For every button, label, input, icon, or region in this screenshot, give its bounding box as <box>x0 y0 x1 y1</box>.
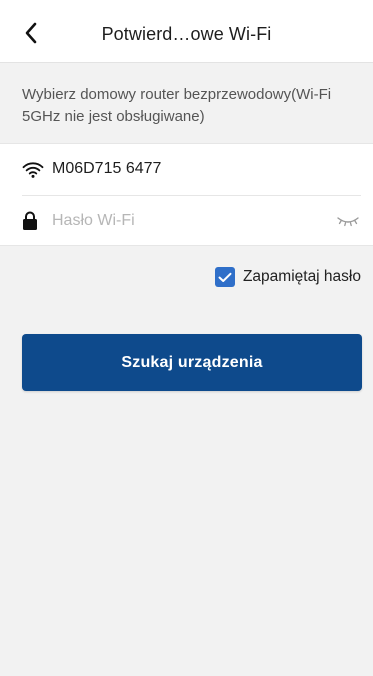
remember-password-label: Zapamiętaj hasło <box>242 268 361 285</box>
remember-checkbox[interactable] <box>214 267 235 287</box>
ssid-label: M06D715 6477 <box>52 160 162 177</box>
instruction-text: Wybierz domowy router bezprzewodowy(Wi-F… <box>22 86 332 125</box>
password-row <box>22 197 361 245</box>
ssid-row[interactable]: M06D715 6477 <box>22 144 361 196</box>
wifi-icon <box>22 162 44 178</box>
remember-password-toggle[interactable]: Zapamiętaj hasło <box>214 265 361 289</box>
eye-closed-icon[interactable] <box>337 215 359 227</box>
page-title: Potwierd…owe Wi-Fi <box>101 24 272 44</box>
top-app-bar: Potwierd…owe Wi-Fi <box>0 0 373 63</box>
checkmark-icon <box>218 272 232 282</box>
password-input[interactable] <box>52 207 322 235</box>
wifi-confirm-screen: Potwierd…owe Wi-Fi Wybierz domowy router… <box>0 0 373 676</box>
search-device-button[interactable]: Szukaj urządzenia <box>22 334 362 391</box>
lock-icon <box>23 211 37 230</box>
wifi-form-card: M06D715 6477 <box>0 143 373 246</box>
